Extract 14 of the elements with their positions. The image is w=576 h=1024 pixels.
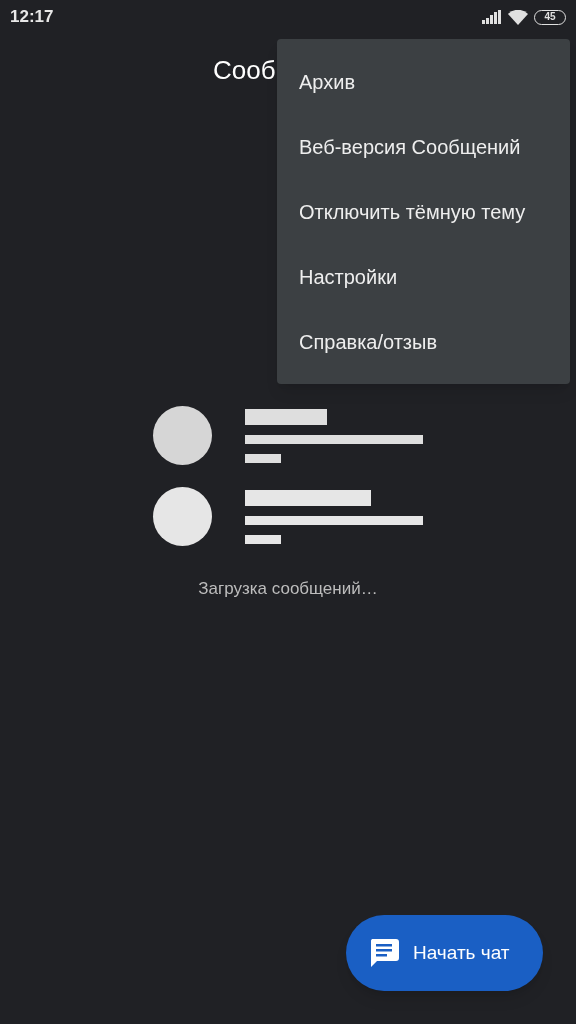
menu-item[interactable]: Архив — [277, 49, 570, 114]
signal-icon — [482, 10, 502, 24]
chat-icon — [369, 939, 399, 967]
menu-item[interactable]: Справка/отзыв — [277, 309, 570, 374]
line-placeholder — [245, 453, 281, 463]
line-placeholder — [245, 534, 281, 544]
menu-item[interactable]: Отключить тёмную тему — [277, 179, 570, 244]
app-title: Сооб — [213, 53, 276, 87]
loading-text: Загрузка сообщений… — [198, 578, 378, 600]
status-time: 12:17 — [10, 6, 54, 29]
menu-item[interactable]: Настройки — [277, 244, 570, 309]
wifi-icon — [508, 9, 528, 25]
menu-item[interactable]: Веб-версия Сообщений — [277, 114, 570, 179]
start-chat-button[interactable]: Начать чат — [346, 915, 543, 991]
